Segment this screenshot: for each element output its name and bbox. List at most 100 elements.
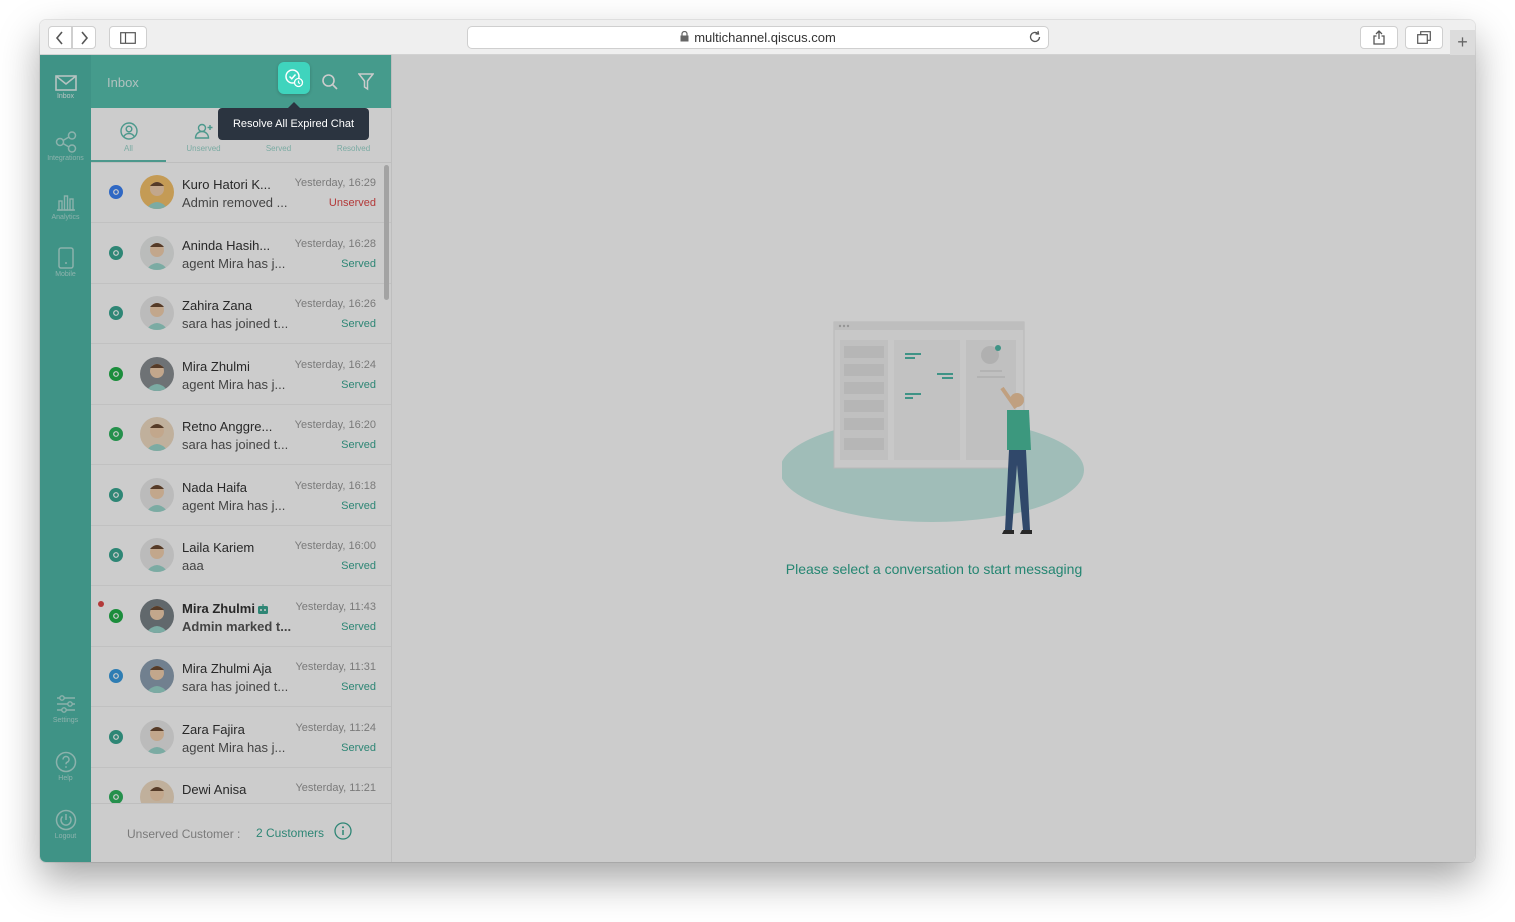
mobile-icon xyxy=(57,247,74,269)
share-icon xyxy=(55,131,76,153)
avatar xyxy=(140,598,174,633)
conversation-row[interactable]: Dewi Anisa Yesterday, 11:21 xyxy=(91,768,391,803)
status-badge: Served xyxy=(341,681,376,693)
status-badge: Served xyxy=(341,378,376,391)
contact-name: Mira Zhulmi Aja xyxy=(182,661,272,676)
share-icon xyxy=(1373,30,1385,45)
last-message-preview: sara has joined t... xyxy=(182,437,289,452)
timestamp: Yesterday, 11:43 xyxy=(295,600,376,613)
status-badge: Served xyxy=(341,439,376,451)
timestamp: Yesterday, 11:24 xyxy=(295,721,376,734)
nav-item-label: Analytics xyxy=(51,214,80,221)
nav-item-label: Inbox xyxy=(56,93,75,100)
whatsapp-icon xyxy=(109,790,123,803)
conversation-row[interactable]: Zahira Zana sara has joined t... Yesterday… xyxy=(91,284,391,344)
conversation-row[interactable]: Kuro Hatori K... Admin removed ... Yesterd… xyxy=(91,163,391,223)
tab-all[interactable]: All xyxy=(91,108,166,162)
panel-header: Inbox xyxy=(91,55,391,108)
timestamp: Yesterday, 16:00 xyxy=(294,540,376,552)
contact-name: Mira Zhulmi xyxy=(182,600,255,616)
tooltip: Resolve All Expired Chat xyxy=(218,102,369,140)
conversation-row[interactable]: Mira Zhulmi agent Mira has j... Yesterday,… xyxy=(91,345,391,405)
unserved-customer-count[interactable]: 2 Customers xyxy=(256,826,324,840)
page-title: Inbox xyxy=(107,75,139,90)
contact-name: Aninda Hasih... xyxy=(182,237,271,253)
avatar xyxy=(140,417,174,451)
conversation-row[interactable]: Mira Zhulmi Admin marked t... Yesterday, 1… xyxy=(91,587,391,647)
nav-item-label: Logout xyxy=(54,833,77,840)
back-button[interactable] xyxy=(48,26,72,49)
avatar xyxy=(140,538,174,572)
chevron-left-icon xyxy=(55,30,63,45)
status-badge: Served xyxy=(341,741,376,754)
address-bar[interactable]: multichannel.qiscus.com xyxy=(467,26,1049,49)
avatar xyxy=(140,235,174,270)
conversation-row[interactable]: Aninda Hasih... agent Mira has j... Yester… xyxy=(91,224,391,284)
resolve-expired-chat-button[interactable] xyxy=(278,62,310,94)
last-message-preview: agent Mira has j... xyxy=(182,376,286,392)
contact-name: Mira Zhulmi xyxy=(182,358,250,374)
contact-name: Nada Haifa xyxy=(182,479,248,495)
nav-item-mobile[interactable]: Mobile xyxy=(40,247,91,278)
new-tab-button[interactable]: + xyxy=(1450,30,1475,55)
share-button[interactable] xyxy=(1360,26,1398,49)
filter-icon[interactable] xyxy=(357,73,375,96)
help-icon xyxy=(55,751,76,773)
conversation-row[interactable]: Retno Anggre... sara has joined t... Yeste… xyxy=(91,405,391,465)
avatar xyxy=(140,477,174,512)
conversation-row[interactable]: Mira Zhulmi Aja sara has joined t... Yeste… xyxy=(91,647,391,707)
status-badge: Served xyxy=(341,620,376,633)
info-icon[interactable] xyxy=(334,822,352,845)
timestamp: Yesterday, 16:29 xyxy=(294,177,376,189)
app: Inbox Integrations Analytics Mobile Sett… xyxy=(40,55,1475,862)
whatsapp-icon xyxy=(109,427,123,441)
avatar xyxy=(140,356,174,391)
conversation-row[interactable]: Laila Kariem aaa Yesterday, 16:00 Served xyxy=(91,526,391,586)
tab-label: Resolved xyxy=(336,144,371,153)
empty-state-illustration xyxy=(782,321,1084,534)
chevron-right-icon xyxy=(81,30,89,45)
avatar xyxy=(140,780,174,803)
nav-item-logout[interactable]: Logout xyxy=(40,809,91,840)
conversation-row[interactable]: Nada Haifa agent Mira has j... Yesterday, … xyxy=(91,466,391,526)
timestamp: Yesterday, 11:31 xyxy=(295,661,376,673)
last-message-preview: sara has joined t... xyxy=(182,316,289,331)
nav-item-help[interactable]: Help xyxy=(40,751,91,782)
timestamp: Yesterday, 11:21 xyxy=(295,782,376,794)
reload-icon[interactable] xyxy=(1028,30,1042,47)
tab-label: Served xyxy=(265,144,292,153)
nav-item-integrations[interactable]: Integrations xyxy=(40,131,91,162)
main-nav: Inbox Integrations Analytics Mobile Sett… xyxy=(40,55,91,862)
line-icon xyxy=(109,366,123,381)
last-message-preview: aaa xyxy=(182,558,204,573)
qiscus-icon xyxy=(109,729,123,744)
avatar xyxy=(140,719,174,754)
url-text: multichannel.qiscus.com xyxy=(694,30,836,45)
conversation-row[interactable]: Zara Fajira agent Mira has j... Yesterday,… xyxy=(91,708,391,768)
timestamp: Yesterday, 16:18 xyxy=(294,479,376,492)
messenger-icon xyxy=(109,185,123,199)
contact-name: Laila Kariem xyxy=(182,540,255,555)
browser-window: multichannel.qiscus.com + Inbox Integrat… xyxy=(40,20,1475,862)
contact-name: Kuro Hatori K... xyxy=(182,177,271,192)
nav-item-settings[interactable]: Settings xyxy=(40,693,91,724)
user-add-icon xyxy=(194,123,212,139)
contact-name: Retno Anggre... xyxy=(182,419,273,434)
search-icon[interactable] xyxy=(321,73,339,96)
panel-footer: Unserved Customer : 2 Customers xyxy=(91,803,391,862)
list-scrollbar[interactable] xyxy=(384,165,389,300)
last-message-preview: Admin removed ... xyxy=(182,195,288,210)
sidebar-toggle-button[interactable] xyxy=(109,26,147,49)
nav-item-label: Help xyxy=(58,775,73,782)
nav-item-analytics[interactable]: Analytics xyxy=(40,190,91,221)
plus-icon: + xyxy=(1457,32,1468,52)
power-icon xyxy=(55,809,76,831)
nav-item-inbox[interactable]: Inbox xyxy=(40,75,91,100)
browser-toolbar: multichannel.qiscus.com xyxy=(40,20,1475,55)
telegram-icon xyxy=(109,669,123,683)
last-message-preview: sara has joined t... xyxy=(182,679,289,694)
forward-button[interactable] xyxy=(72,26,96,49)
sliders-icon xyxy=(56,695,75,713)
last-message-preview: agent Mira has j... xyxy=(182,739,286,755)
tabs-overview-button[interactable] xyxy=(1405,26,1443,49)
